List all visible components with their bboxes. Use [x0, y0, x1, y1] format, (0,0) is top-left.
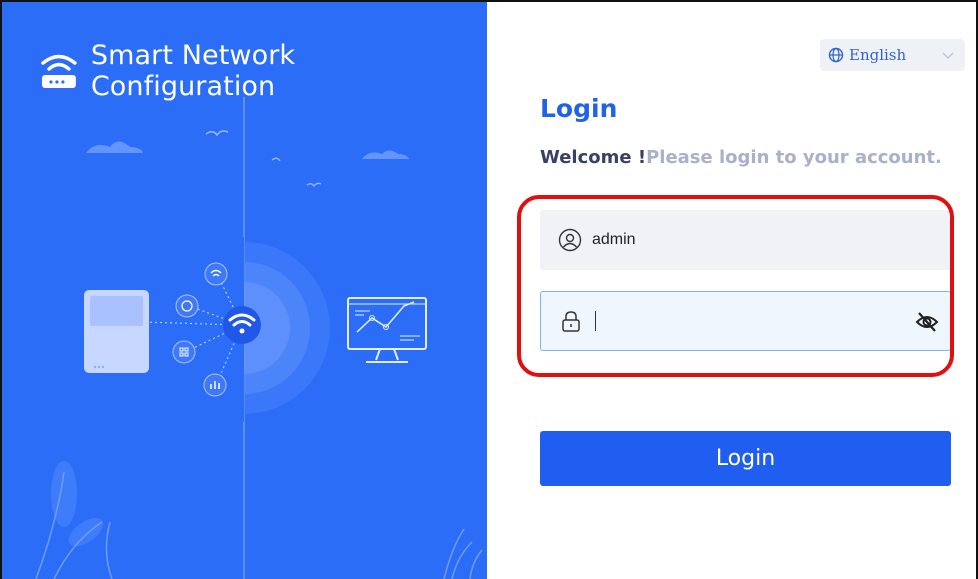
eye-off-icon[interactable] [914, 309, 940, 335]
hero-panel: Smart Network Configuration [2, 2, 487, 579]
language-label: English [849, 46, 907, 64]
user-icon [558, 228, 582, 252]
username-field[interactable] [540, 210, 951, 270]
app-title: Smart Network Configuration [90, 40, 296, 102]
brand: Smart Network Configuration [37, 40, 487, 102]
username-input[interactable] [592, 225, 892, 255]
lock-icon [562, 311, 580, 332]
welcome-subtext: Please login to your account. [646, 147, 942, 168]
login-panel: English Login Welcome !Please login to y… [487, 2, 976, 579]
login-title: Login [540, 94, 618, 123]
welcome-message: Welcome !Please login to your account. [540, 147, 942, 168]
chevron-down-icon [942, 52, 954, 59]
welcome-text: Welcome ! [540, 147, 647, 168]
globe-icon [828, 47, 844, 63]
password-field[interactable] [540, 291, 951, 351]
language-select[interactable]: English [820, 39, 965, 71]
login-button[interactable]: Login [540, 431, 951, 486]
password-input[interactable] [596, 306, 876, 336]
router-wifi-icon [41, 54, 77, 88]
